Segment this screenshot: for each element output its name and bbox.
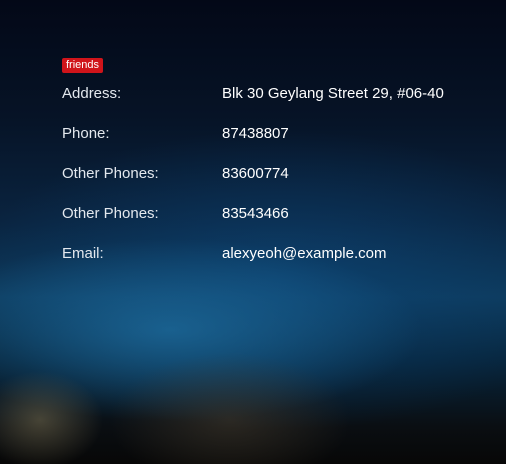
other-phone-row-1: Other Phones: 83600774 bbox=[62, 164, 482, 204]
other-phone-label-2: Other Phones: bbox=[62, 205, 159, 222]
address-row: Address: Blk 30 Geylang Street 29, #06-4… bbox=[62, 84, 482, 124]
email-label: Email: bbox=[62, 245, 104, 262]
other-phone-value-2: 83543466 bbox=[222, 205, 289, 222]
other-phone-label-1: Other Phones: bbox=[62, 165, 159, 182]
email-value: alexyeoh@example.com bbox=[222, 245, 387, 262]
phone-label: Phone: bbox=[62, 125, 110, 142]
tag-friends: friends bbox=[62, 58, 104, 73]
address-value: Blk 30 Geylang Street 29, #06-40 bbox=[222, 85, 444, 102]
contact-details-panel: friends Address: Blk 30 Geylang Street 2… bbox=[62, 55, 482, 284]
other-phone-value-1: 83600774 bbox=[222, 165, 289, 182]
address-label: Address: bbox=[62, 85, 122, 102]
phone-value: 87438807 bbox=[222, 125, 289, 142]
contact-fields: Address: Blk 30 Geylang Street 29, #06-4… bbox=[62, 84, 482, 284]
phone-row: Phone: 87438807 bbox=[62, 124, 482, 164]
email-row: Email: alexyeoh@example.com bbox=[62, 244, 482, 284]
other-phone-row-2: Other Phones: 83543466 bbox=[62, 204, 482, 244]
